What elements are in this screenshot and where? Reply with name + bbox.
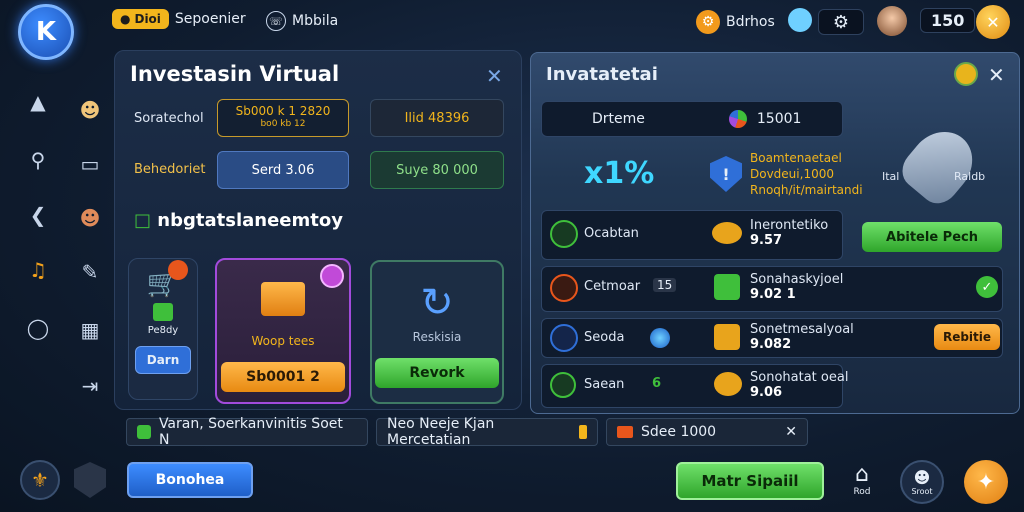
tool-icon[interactable]: ✎ bbox=[76, 258, 104, 286]
logo-letter: K bbox=[35, 17, 57, 47]
card-refresh[interactable]: ↻ Reskisia Revork bbox=[370, 260, 504, 404]
card1-label: Pe8dy bbox=[147, 325, 179, 336]
mode-label: Sepoenier bbox=[174, 11, 246, 27]
graduation-cap-icon[interactable]: ▲ bbox=[24, 88, 52, 116]
card2-button[interactable]: Sb0001 2 bbox=[221, 362, 345, 392]
panel-title: Investasin Virtual bbox=[130, 62, 340, 86]
row-d-item: Sonohatat oeal 9.06 bbox=[750, 370, 849, 400]
phone-icon: ☏ bbox=[266, 11, 286, 31]
row1-label: Soratechol bbox=[134, 111, 204, 126]
tag1-icon bbox=[137, 425, 151, 439]
row-c-icon bbox=[550, 324, 578, 352]
card3-button[interactable]: Revork bbox=[375, 358, 499, 388]
refresh-icon: ↻ bbox=[420, 280, 454, 326]
coin-badge-icon[interactable] bbox=[954, 62, 978, 86]
power-icon[interactable]: ◯ bbox=[24, 314, 52, 342]
row-d-icon bbox=[550, 372, 576, 398]
search-icon[interactable]: ⚲ bbox=[24, 146, 52, 174]
card1-badge bbox=[168, 260, 188, 280]
card1-button[interactable]: Darn bbox=[135, 346, 191, 374]
check-icon bbox=[153, 303, 173, 321]
bottom-tag-2[interactable]: Neo Neeje Kjan Mercetatian bbox=[376, 416, 598, 448]
card-cart[interactable]: 🛒 Pe8dy Darn bbox=[128, 258, 198, 400]
row1-input[interactable]: Sb000 k 1 2820 bo0 kb 12 bbox=[217, 99, 349, 137]
section-title: □ nbgtatslaneemtoy bbox=[134, 210, 343, 231]
left-action-button[interactable]: Bonohea bbox=[127, 462, 253, 498]
back-arrow-icon[interactable]: ❮ bbox=[24, 201, 52, 229]
rocket-icon bbox=[894, 118, 986, 212]
row-d-label: Saean bbox=[584, 377, 625, 392]
row-d-extra: 6 bbox=[652, 376, 662, 391]
row-b-item: Sonahaskyjoel 9.02 1 bbox=[750, 272, 844, 302]
close-icon[interactable]: ✕ bbox=[486, 64, 503, 88]
bottom-tag-3[interactable]: Sdee 1000 ✕ bbox=[606, 418, 808, 446]
settings-icon: ⚙ bbox=[832, 11, 850, 33]
card2-label: Woop tees bbox=[251, 334, 315, 348]
settings-button[interactable]: ⚙ bbox=[818, 9, 864, 35]
gift-icon[interactable] bbox=[788, 8, 812, 32]
row-c-action-button[interactable]: Rebitie bbox=[934, 324, 1000, 350]
row-a-icon bbox=[550, 220, 578, 248]
nav-home[interactable]: ⌂ Rod bbox=[842, 462, 882, 502]
music-note-icon[interactable]: ♫ bbox=[24, 256, 52, 284]
level-counter: 150 bbox=[920, 8, 976, 33]
percent-value: x1% bbox=[584, 156, 655, 191]
row1-value[interactable]: Ilid 48396 bbox=[370, 99, 504, 137]
row-b-item-icon bbox=[714, 274, 740, 300]
car-icon: ● bbox=[120, 12, 131, 26]
avatar[interactable] bbox=[877, 6, 907, 36]
row-b-icon bbox=[550, 274, 578, 302]
row-a-item: Inerontetiko 9.57 bbox=[750, 218, 829, 248]
row2-input[interactable]: Serd 3.06 bbox=[217, 151, 349, 189]
mode-badge: ● Dioi bbox=[112, 9, 169, 29]
mode-chip[interactable]: ● Dioi Sepoenier bbox=[112, 9, 246, 29]
row-a-action-button[interactable]: Abitele Pech bbox=[862, 222, 1002, 252]
character-icon[interactable]: ☻ bbox=[76, 96, 104, 124]
row-b-label: Cetmoar bbox=[584, 279, 641, 294]
coin-icon[interactable]: ✕ bbox=[976, 5, 1010, 39]
row-a-label: Ocabtan bbox=[584, 226, 639, 241]
tag-icon[interactable]: ▭ bbox=[76, 150, 104, 178]
fleur-icon[interactable]: ⚜ bbox=[20, 460, 60, 500]
row-c-label: Seoda bbox=[584, 330, 625, 345]
row2-value[interactable]: Suye 80 000 bbox=[370, 151, 504, 189]
envelope-icon bbox=[261, 282, 305, 316]
tag3-icon bbox=[617, 426, 633, 438]
card2-badge bbox=[320, 264, 344, 288]
events-chip[interactable]: ⚙ Bdrhos bbox=[696, 10, 775, 34]
nav-profile[interactable]: ☻ Sroot bbox=[900, 460, 944, 504]
mobile-label: Mbbila bbox=[292, 13, 339, 29]
row2-label: Behedoriet bbox=[134, 162, 206, 177]
row-a-item-icon bbox=[712, 222, 742, 244]
calculator-icon[interactable]: ▦ bbox=[76, 316, 104, 344]
row-b-check-icon[interactable]: ✓ bbox=[976, 276, 998, 298]
details-close-icon[interactable]: ✕ bbox=[988, 63, 1005, 87]
row-c-orb-icon bbox=[650, 328, 670, 348]
star-action-icon[interactable]: ✦ bbox=[964, 460, 1008, 504]
events-label: Bdrhos bbox=[726, 14, 775, 30]
row-d-item-icon bbox=[714, 372, 742, 396]
row-c-item: Sonetmesalyoal 9.082 bbox=[750, 322, 854, 352]
mobile-chip[interactable]: ☏ Mbbila bbox=[266, 11, 338, 31]
warning-text: Boamtenaetael Dovdeui,1000 Rnoqh/it/mair… bbox=[750, 151, 863, 197]
card3-label: Reskisia bbox=[412, 330, 462, 344]
main-action-button[interactable]: Matr Sipaiil bbox=[676, 462, 824, 500]
app-logo[interactable]: K bbox=[18, 4, 74, 60]
bottom-tag-1[interactable]: Varan, Soerkanvinitis Soet N bbox=[126, 416, 368, 448]
tag2-icon bbox=[579, 425, 587, 439]
rocket-graphic: Ital Raldb bbox=[880, 118, 1000, 212]
details-row1: Drteme 15001 bbox=[541, 101, 843, 137]
tag3-close-icon[interactable]: ✕ bbox=[785, 424, 797, 440]
logout-icon[interactable]: ⇥ bbox=[76, 372, 104, 400]
pie-icon bbox=[728, 110, 747, 128]
profile-icon: ☻ bbox=[913, 468, 931, 487]
row-b-extra: 15 bbox=[653, 278, 677, 292]
details-title: Invatatetai bbox=[546, 64, 658, 85]
home-icon: ⌂ bbox=[855, 462, 869, 487]
gear-icon: ⚙ bbox=[696, 10, 720, 34]
row-c-item-icon bbox=[714, 324, 740, 350]
worker-icon[interactable]: ☻ bbox=[76, 204, 104, 232]
